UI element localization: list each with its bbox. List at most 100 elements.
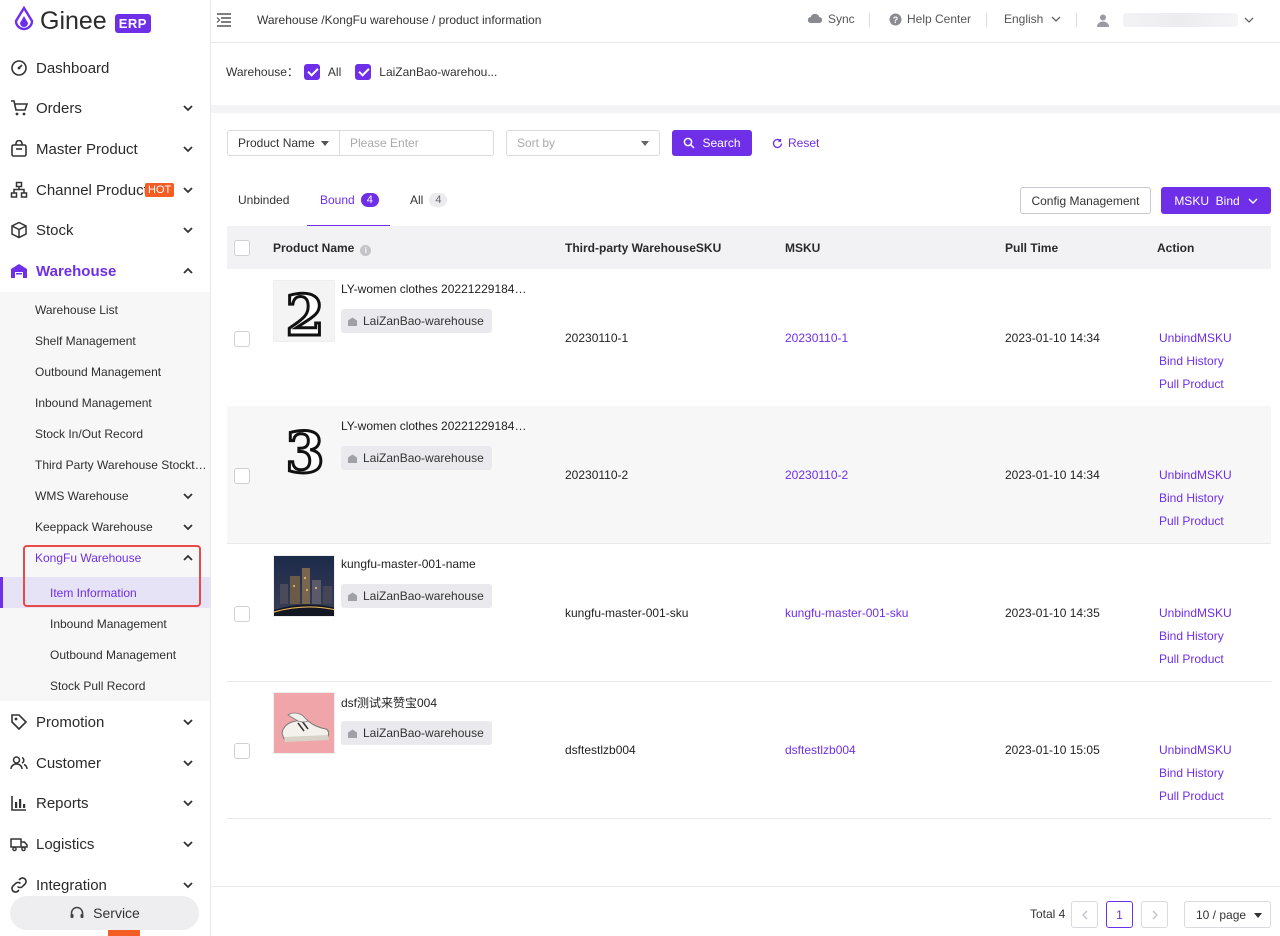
search-button[interactable]: Search xyxy=(672,130,752,156)
nav-label: Promotion xyxy=(36,713,105,731)
bind-history-link[interactable]: Bind History xyxy=(1159,491,1224,505)
language-select[interactable]: English xyxy=(1004,12,1061,26)
sub-stock-pull-record[interactable]: Stock Pull Record xyxy=(0,670,210,701)
msku-link[interactable]: 20230110-1 xyxy=(785,331,848,345)
question-circle-icon: ? xyxy=(889,13,902,25)
nav-warehouse[interactable]: Warehouse xyxy=(0,251,210,291)
sub-warehouse-list[interactable]: Warehouse List xyxy=(0,294,210,325)
select-all-checkbox[interactable] xyxy=(234,240,250,256)
page-number-button[interactable]: 1 xyxy=(1106,901,1133,928)
product-thumbnail[interactable]: 3 xyxy=(273,417,335,479)
warehouse-tag: LaiZanBao-warehouse xyxy=(341,721,492,745)
product-thumbnail[interactable] xyxy=(273,692,335,754)
unbind-msku-link[interactable]: UnbindMSKU xyxy=(1159,468,1232,482)
nav-customer[interactable]: Customer xyxy=(0,743,210,783)
row-checkbox[interactable] xyxy=(234,743,250,759)
nav-dashboard[interactable]: Dashboard xyxy=(0,48,210,88)
bind-history-link[interactable]: Bind History xyxy=(1159,354,1224,368)
warehouse-small-icon xyxy=(348,454,357,463)
all-checkbox[interactable] xyxy=(303,63,320,80)
msku-link[interactable]: kungfu-master-001-sku xyxy=(785,606,908,620)
sub-label: KongFu Warehouse xyxy=(35,550,142,565)
row-checkbox[interactable] xyxy=(234,606,250,622)
nav-reports[interactable]: Reports xyxy=(0,783,210,823)
dashboard-icon xyxy=(11,60,27,76)
page-size-select[interactable]: 10 / page xyxy=(1184,901,1271,928)
prev-page-button[interactable] xyxy=(1071,901,1098,928)
bind-history-link[interactable]: Bind History xyxy=(1159,766,1224,780)
sync-label: Sync xyxy=(828,12,855,26)
tab-bound[interactable]: Bound 4 xyxy=(320,193,379,207)
warehouse-tag-label: LaiZanBao-warehouse xyxy=(363,314,484,328)
sub-shelf-management[interactable]: Shelf Management xyxy=(0,325,210,356)
tab-label: Bound xyxy=(320,193,355,207)
bind-history-link[interactable]: Bind History xyxy=(1159,629,1224,643)
sub-item-information[interactable]: Item Information xyxy=(0,577,210,608)
pull-product-link[interactable]: Pull Product xyxy=(1159,377,1224,391)
chevron-down-icon[interactable] xyxy=(1244,15,1254,25)
msku-link[interactable]: 20230110-2 xyxy=(785,468,848,482)
ginee-logo-icon xyxy=(14,6,34,31)
tab-unbinded[interactable]: Unbinded xyxy=(238,193,289,207)
sort-select[interactable]: Sort by xyxy=(506,130,660,156)
search-icon xyxy=(684,137,696,149)
sync-button[interactable]: Sync xyxy=(807,12,855,26)
product-thumbnail[interactable] xyxy=(273,555,335,617)
sub-label: Shelf Management xyxy=(35,333,136,348)
nav-stock[interactable]: Stock xyxy=(0,210,210,250)
tab-all[interactable]: All 4 xyxy=(410,193,448,207)
pull-product-link[interactable]: Pull Product xyxy=(1159,652,1224,666)
product-name: LY-women clothes 2022122918494041 xyxy=(341,419,531,433)
unbind-msku-link[interactable]: UnbindMSKU xyxy=(1159,331,1232,345)
unbind-msku-link[interactable]: UnbindMSKU xyxy=(1159,743,1232,757)
nav-logistics[interactable]: Logistics xyxy=(0,824,210,864)
nav-promotion[interactable]: Promotion xyxy=(0,702,210,742)
menu-fold-icon[interactable] xyxy=(216,12,232,28)
logo[interactable]: Ginee ERP xyxy=(12,4,151,38)
warehouse-tag-label: LaiZanBao-warehouse xyxy=(363,451,484,465)
info-icon[interactable]: i xyxy=(360,245,372,256)
sub-inbound-management[interactable]: Inbound Management xyxy=(0,387,210,418)
product-field-select[interactable]: Product Name xyxy=(227,130,340,156)
msku-link[interactable]: dsftestlzb004 xyxy=(785,743,856,757)
sub-label: Item Information xyxy=(50,585,137,600)
sub-wms-warehouse[interactable]: WMS Warehouse xyxy=(0,480,210,511)
sub-kongfu-warehouse[interactable]: KongFu Warehouse xyxy=(0,542,210,573)
sub-kongfu-inbound[interactable]: Inbound Management xyxy=(0,608,210,639)
user-avatar-icon[interactable] xyxy=(1096,13,1110,27)
next-page-button[interactable] xyxy=(1141,901,1168,928)
username-redacted xyxy=(1123,13,1238,27)
row-checkbox[interactable] xyxy=(234,331,250,347)
nav-channel-product[interactable]: Channel Product HOT xyxy=(0,170,210,210)
city-night-image xyxy=(274,556,334,616)
caret-down-icon xyxy=(1254,913,1262,918)
divider xyxy=(869,13,870,27)
warehouse-option-label: LaiZanBao-warehou... xyxy=(379,64,498,79)
config-management-button[interactable]: Config Management xyxy=(1020,187,1151,214)
pull-product-link[interactable]: Pull Product xyxy=(1159,789,1224,803)
sub-stock-inout-record[interactable]: Stock In/Out Record xyxy=(0,418,210,449)
search-input[interactable]: Please Enter xyxy=(339,130,494,156)
pull-time: 2023-01-10 14:34 xyxy=(1005,468,1100,482)
sub-third-party-stocktaking[interactable]: Third Party Warehouse Stocktaking xyxy=(0,449,210,480)
sub-keeppack-warehouse[interactable]: Keeppack Warehouse xyxy=(0,511,210,542)
warehouse-checkbox[interactable] xyxy=(355,63,372,80)
sub-label: Third Party Warehouse Stocktaking xyxy=(35,457,210,472)
chevron-up-icon xyxy=(183,267,193,274)
sub-outbound-management[interactable]: Outbound Management xyxy=(0,356,210,387)
nav-label: Stock xyxy=(36,221,74,239)
sub-kongfu-outbound[interactable]: Outbound Management xyxy=(0,639,210,670)
msku-bind-button[interactable]: MSKU Bind xyxy=(1161,187,1271,214)
reset-button[interactable]: Reset xyxy=(772,136,819,150)
row-checkbox[interactable] xyxy=(234,468,250,484)
bar-chart-icon xyxy=(11,796,26,811)
nav-label: Integration xyxy=(36,876,107,894)
product-name: dsf测试来赞宝004 xyxy=(341,696,438,710)
nav-orders[interactable]: Orders xyxy=(0,88,210,128)
service-button[interactable]: Service xyxy=(10,896,199,930)
pull-product-link[interactable]: Pull Product xyxy=(1159,514,1224,528)
nav-master-product[interactable]: Master Product xyxy=(0,129,210,169)
help-center-button[interactable]: ? Help Center xyxy=(889,12,971,26)
product-thumbnail[interactable]: 2 xyxy=(273,280,335,342)
unbind-msku-link[interactable]: UnbindMSKU xyxy=(1159,606,1232,620)
